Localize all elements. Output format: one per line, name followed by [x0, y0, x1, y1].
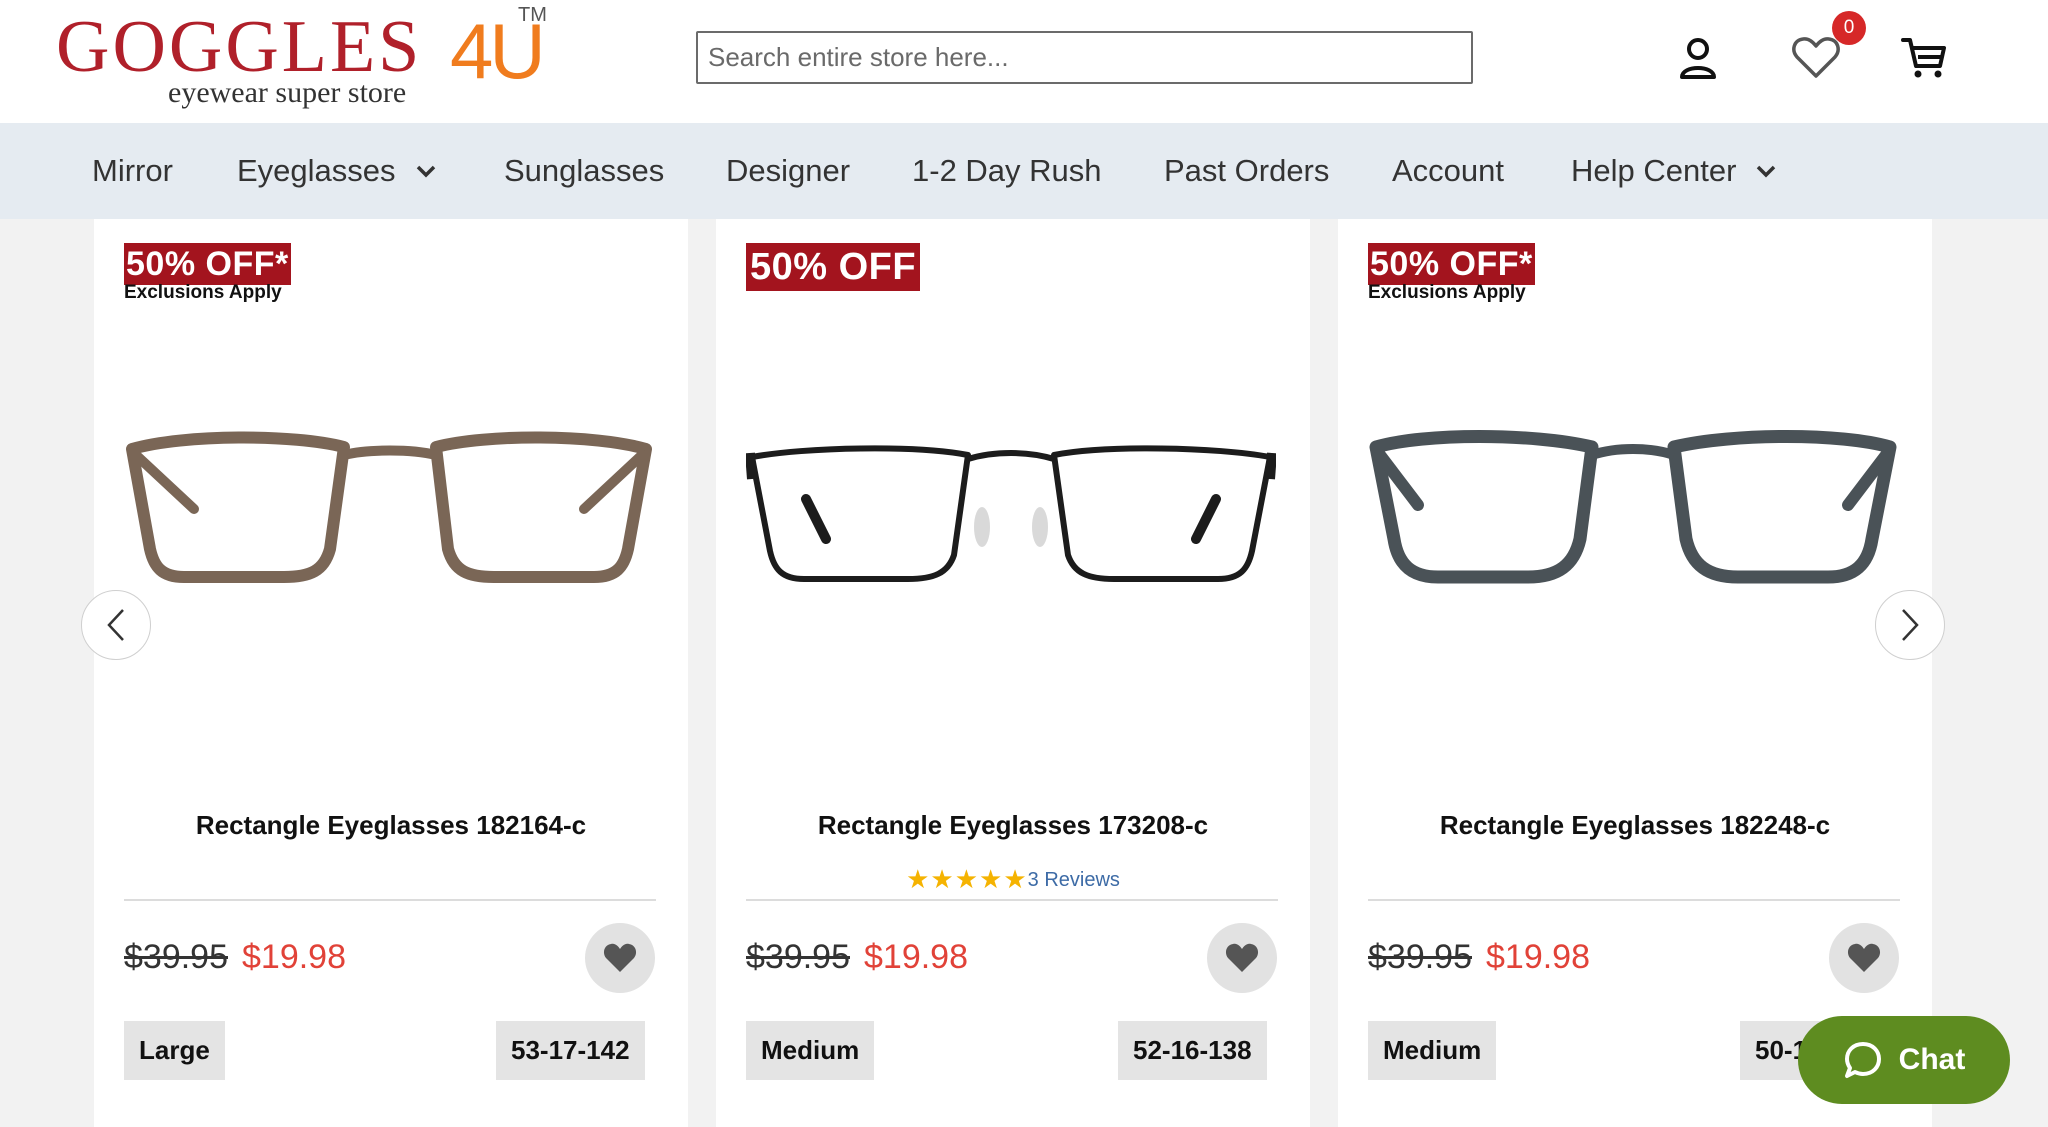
- cart-icon: [1901, 38, 1946, 78]
- divider: [124, 899, 656, 901]
- size-tag: Medium: [746, 1021, 875, 1080]
- heart-icon: [1225, 943, 1259, 972]
- add-to-wishlist-button[interactable]: [1207, 923, 1277, 993]
- account-button[interactable]: [1670, 30, 1726, 86]
- frame: [126, 431, 652, 583]
- sale-price: $19.98: [1486, 938, 1590, 976]
- chat-bubble-icon: [1844, 1042, 1881, 1078]
- star-icon: ★: [1003, 864, 1028, 894]
- nav-item-sunglasses[interactable]: Sunglasses: [504, 123, 664, 219]
- product-card[interactable]: 50% OFF* Exclusions Apply Rectangle Eyeg…: [1338, 219, 1932, 1127]
- product-card[interactable]: 50% OFF* Exclusions Apply Rectangle Eyeg…: [94, 219, 688, 1127]
- nav-item-eyeglasses[interactable]: Eyeglasses: [237, 123, 436, 219]
- measurements-tag: 53-17-142: [496, 1021, 645, 1080]
- nav-item-label: Help Center: [1571, 153, 1737, 188]
- chevron-down-icon: [416, 165, 435, 178]
- nav-item-designer[interactable]: Designer: [726, 123, 850, 219]
- logo-wordmark: GOGGLES: [56, 6, 423, 88]
- star-icon: ★: [906, 864, 931, 894]
- product-image[interactable]: [746, 389, 1276, 649]
- original-price: $39.95: [1368, 938, 1472, 976]
- product-card[interactable]: 50% OFF Rectangle Eyeglasses 173208-c ★★…: [716, 219, 1310, 1127]
- promo-label: 50% OFF: [746, 243, 921, 291]
- measurements-tag: 52-16-138: [1118, 1021, 1267, 1080]
- heart-icon: [1847, 943, 1881, 972]
- nav-item-label: Sunglasses: [504, 153, 665, 188]
- site-header: GOGGLES 4U TM eyewear super store 0: [0, 0, 2048, 123]
- nav-item-label: Mirror: [92, 153, 173, 188]
- star-icon: ★: [979, 864, 1004, 894]
- sale-price: $19.98: [242, 938, 346, 976]
- promo-badge: 50% OFF* Exclusions Apply: [1368, 243, 1535, 304]
- logo-trademark: TM: [518, 4, 547, 26]
- site-logo[interactable]: GOGGLES 4U TM eyewear super store: [56, 4, 556, 116]
- heart-outline-icon: [1792, 37, 1840, 78]
- nav-item-label: Designer: [726, 153, 851, 188]
- chat-label: Chat: [1898, 1043, 1966, 1076]
- nav-item-label: Eyeglasses: [237, 153, 396, 188]
- star-icon: ★: [930, 864, 955, 894]
- original-price: $39.95: [746, 938, 850, 976]
- nav-item-label: 1-2 Day Rush: [912, 153, 1102, 188]
- user-icon: [1680, 38, 1716, 79]
- promo-badge: 50% OFF* Exclusions Apply: [124, 243, 291, 304]
- product-name[interactable]: Rectangle Eyeglasses 173208-c: [716, 810, 1310, 841]
- size-tag: Medium: [1368, 1021, 1497, 1080]
- original-price: $39.95: [124, 938, 228, 976]
- chevron-right-icon: [1902, 609, 1919, 641]
- heart-icon: [603, 943, 637, 972]
- product-rating[interactable]: ★★★★★3 Reviews: [716, 864, 1310, 895]
- product-name[interactable]: Rectangle Eyeglasses 182164-c: [94, 810, 688, 841]
- chevron-down-icon: [1757, 165, 1776, 178]
- promo-note: Exclusions Apply: [1368, 282, 1526, 303]
- product-name[interactable]: Rectangle Eyeglasses 182248-c: [1338, 810, 1932, 841]
- nav-item-label: Account: [1392, 153, 1505, 188]
- carousel-prev-button[interactable]: [81, 590, 151, 660]
- divider: [746, 899, 1278, 901]
- promo-label: 50% OFF*: [1368, 243, 1535, 285]
- nav-item-label: Past Orders: [1164, 153, 1330, 188]
- product-image[interactable]: [1368, 389, 1898, 649]
- nav-item-rush[interactable]: 1-2 Day Rush: [912, 123, 1102, 219]
- divider: [1368, 899, 1900, 901]
- add-to-wishlist-button[interactable]: [1829, 923, 1899, 993]
- wishlist-count-badge: 0: [1832, 11, 1866, 45]
- chat-button[interactable]: Chat: [1798, 1016, 2010, 1104]
- sale-price: $19.98: [864, 938, 968, 976]
- chevron-left-icon: [107, 609, 124, 641]
- product-image[interactable]: [124, 389, 654, 649]
- logo-tagline: eyewear super store: [168, 76, 407, 109]
- star-icon: ★: [954, 864, 980, 894]
- add-to-wishlist-button[interactable]: [585, 923, 655, 993]
- frame: [746, 445, 1276, 582]
- frame: [1369, 430, 1897, 584]
- carousel-next-button[interactable]: [1875, 590, 1945, 660]
- search-input[interactable]: [696, 31, 1473, 84]
- nav-item-past-orders[interactable]: Past Orders: [1164, 123, 1329, 219]
- reviews-link[interactable]: 3 Reviews: [1028, 869, 1120, 891]
- promo-label: 50% OFF*: [124, 243, 291, 285]
- nav-item-mirror[interactable]: Mirror: [92, 123, 173, 219]
- promo-badge: 50% OFF: [746, 243, 921, 291]
- main-navigation: Mirror Eyeglasses Sunglasses Designer 1-…: [0, 123, 2048, 219]
- nav-item-account[interactable]: Account: [1392, 123, 1504, 219]
- cart-button[interactable]: [1896, 30, 1952, 86]
- promo-note: Exclusions Apply: [124, 282, 282, 303]
- nav-item-help-center[interactable]: Help Center: [1571, 123, 1776, 219]
- size-tag: Large: [124, 1021, 225, 1080]
